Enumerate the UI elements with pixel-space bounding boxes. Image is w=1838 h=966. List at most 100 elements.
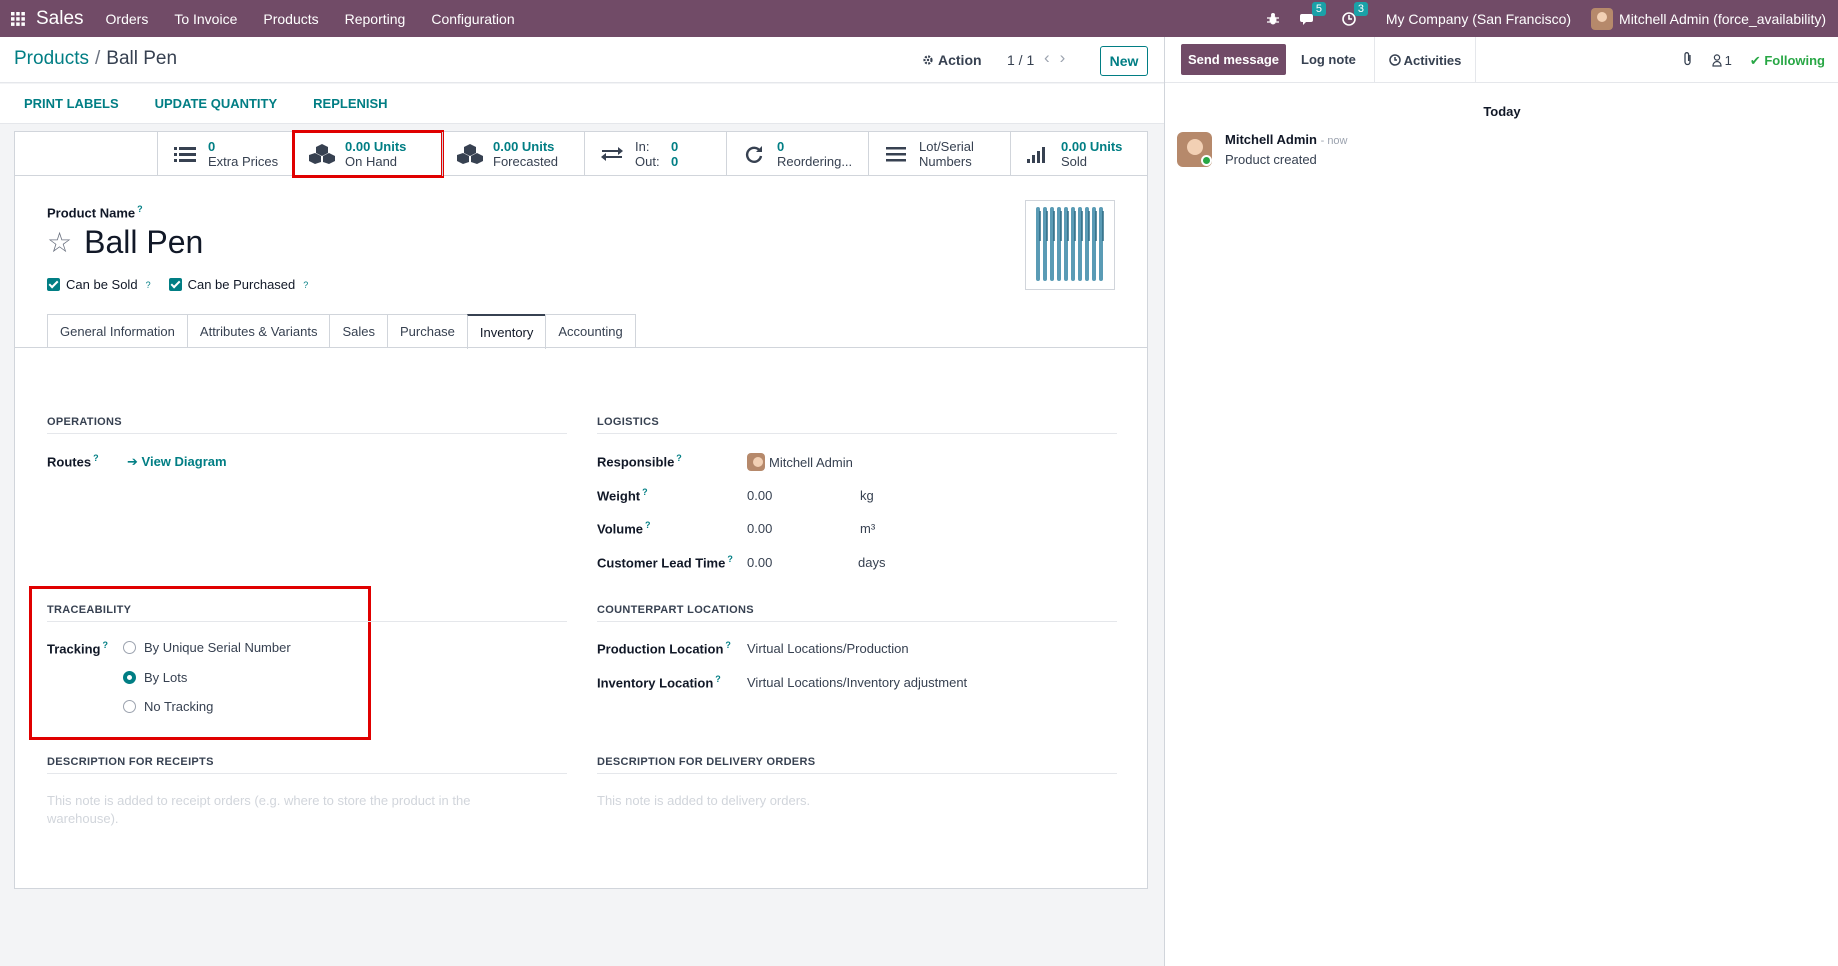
checkbox-checked[interactable] — [47, 278, 60, 291]
reordering-label: Reordering... — [777, 154, 853, 169]
in-out-button[interactable]: In: 0 Out: 0 — [584, 132, 726, 176]
bug-icon[interactable] — [1266, 12, 1280, 26]
chevron-left-icon[interactable]: ‹ — [1044, 48, 1050, 68]
customer-lead-time-input[interactable]: 0.00 — [747, 555, 772, 570]
sold-value: 0.00 Units — [1061, 139, 1123, 154]
message-author[interactable]: Mitchell Admin - now — [1225, 132, 1348, 147]
menu-reporting[interactable]: Reporting — [345, 11, 406, 27]
radio-checked-icon[interactable] — [123, 671, 136, 684]
desc-delivery-title: DESCRIPTION FOR DELIVERY ORDERS — [597, 756, 1117, 774]
radio-by-lots[interactable]: By Lots — [123, 670, 187, 685]
radio-unchecked-icon[interactable] — [123, 641, 136, 654]
tab-accounting[interactable]: Accounting — [545, 314, 636, 348]
breadcrumb-current: Ball Pen — [106, 48, 178, 69]
paperclip-icon[interactable] — [1682, 51, 1694, 70]
breadcrumb-products[interactable]: Products — [14, 48, 89, 69]
sold-button[interactable]: 0.00 Units Sold — [1010, 132, 1147, 176]
tracking-label: Tracking? — [47, 640, 108, 657]
user-name: Mitchell Admin (force_availability) — [1619, 10, 1826, 27]
update-quantity-button[interactable]: UPDATE QUANTITY — [155, 96, 278, 111]
cubes-icon — [457, 144, 483, 164]
tab-general-information[interactable]: General Information — [47, 314, 188, 348]
app-brand[interactable]: Sales — [36, 8, 84, 30]
counterpart-title: COUNTERPART LOCATIONS — [597, 604, 1117, 622]
tab-sales[interactable]: Sales — [329, 314, 388, 348]
sold-label: Sold — [1061, 154, 1088, 169]
chevron-right-icon[interactable]: › — [1060, 48, 1066, 68]
view-diagram-link[interactable]: ➔ View Diagram — [127, 454, 227, 470]
chatter-actions: 1 ✔ Following — [1682, 51, 1825, 70]
product-name[interactable]: Ball Pen — [84, 224, 203, 261]
product-checkboxes: Can be Sold? Can be Purchased? — [47, 277, 308, 292]
forecasted-value: 0.00 Units — [493, 139, 555, 154]
reordering-value: 0 — [777, 139, 785, 154]
log-note-button[interactable]: Log note — [1301, 52, 1356, 67]
volume-input[interactable]: 0.00 — [747, 521, 772, 536]
lot-serial-sub: Numbers — [919, 154, 972, 169]
extra-prices-label: Extra Prices — [208, 154, 279, 169]
radio-no-tracking[interactable]: No Tracking — [123, 699, 213, 714]
desc-delivery-input[interactable]: This note is added to delivery orders. — [597, 792, 1057, 810]
breadcrumb: Products / Ball Pen — [14, 48, 177, 70]
reordering-button[interactable]: 0 Reordering... — [726, 132, 868, 176]
pager-value[interactable]: 1 / 1 — [1007, 52, 1034, 68]
lot-serial-button[interactable]: Lot/Serial Numbers — [868, 132, 1010, 176]
radio-serial-label: By Unique Serial Number — [144, 640, 291, 655]
production-location-field[interactable]: Virtual Locations/Production — [747, 641, 909, 656]
chat-icon[interactable]: 5 — [1299, 1, 1326, 26]
tab-attributes-variants[interactable]: Attributes & Variants — [186, 314, 331, 348]
following-button[interactable]: ✔ Following — [1750, 53, 1825, 69]
weight-input[interactable]: 0.00 — [747, 488, 772, 503]
can-be-sold-checkbox[interactable]: Can be Sold? — [47, 277, 151, 292]
followers-button[interactable]: 1 — [1711, 53, 1732, 68]
on-hand-label: On Hand — [345, 154, 398, 169]
avatar — [747, 453, 765, 471]
print-labels-button[interactable]: PRINT LABELS — [24, 96, 119, 111]
message-time: - now — [1320, 135, 1348, 147]
forecasted-button[interactable]: 0.00 Units Forecasted — [442, 132, 584, 176]
user-menu[interactable]: Mitchell Admin (force_availability) — [1591, 7, 1826, 30]
arrow-right-icon: ➔ — [127, 454, 138, 469]
date-separator: Today — [1483, 104, 1521, 119]
chatter-topbar: Send message Log note Activities 1 ✔ Fol… — [1165, 37, 1838, 83]
inventory-location-field[interactable]: Virtual Locations/Inventory adjustment — [747, 675, 967, 690]
menu-configuration[interactable]: Configuration — [431, 11, 514, 27]
gear-icon — [923, 55, 933, 65]
lot-serial-label: Lot/Serial — [919, 139, 974, 154]
radio-unchecked-icon[interactable] — [123, 700, 136, 713]
responsible-field[interactable]: Mitchell Admin — [747, 453, 853, 471]
star-icon[interactable]: ☆ — [47, 226, 72, 259]
tab-purchase[interactable]: Purchase — [386, 314, 468, 348]
product-name-field[interactable]: ☆ Ball Pen — [47, 224, 203, 261]
desc-receipts-input[interactable]: This note is added to receipt orders (e.… — [47, 792, 507, 828]
in-label: In: — [635, 139, 650, 154]
radio-serial-number[interactable]: By Unique Serial Number — [123, 640, 291, 655]
activity-clock-icon[interactable]: 3 — [1342, 1, 1368, 26]
activities-button[interactable]: Activities — [1374, 37, 1476, 83]
product-image[interactable] — [1025, 200, 1115, 290]
menu-products[interactable]: Products — [263, 11, 318, 27]
menu-to-invoice[interactable]: To Invoice — [174, 11, 237, 27]
new-button[interactable]: New — [1100, 46, 1148, 76]
can-be-purchased-label: Can be Purchased — [187, 277, 296, 292]
in-value: 0 — [671, 139, 679, 154]
extra-prices-button[interactable]: 0 Extra Prices — [157, 132, 294, 176]
menu-orders[interactable]: Orders — [106, 11, 149, 27]
tab-divider — [15, 347, 1147, 348]
checkbox-checked[interactable] — [168, 278, 182, 291]
traceability-title: TRACEABILITY — [47, 604, 567, 622]
clock-icon — [1388, 54, 1401, 66]
extra-prices-value: 0 — [208, 139, 216, 154]
product-name-label: Product Name? — [47, 204, 143, 221]
can-be-purchased-checkbox[interactable]: Can be Purchased? — [168, 277, 308, 292]
company-switcher[interactable]: My Company (San Francisco) — [1386, 11, 1571, 27]
replenish-button[interactable]: REPLENISH — [313, 96, 387, 111]
chat-badge: 5 — [1311, 1, 1326, 16]
on-hand-button[interactable]: 0.00 Units On Hand — [292, 130, 444, 178]
apps-menu-icon[interactable] — [0, 0, 36, 37]
tab-inventory[interactable]: Inventory — [466, 314, 547, 349]
smart-spacer — [15, 132, 157, 175]
pager-arrows: ‹ › — [1044, 48, 1065, 68]
action-menu-button[interactable]: Action — [922, 52, 982, 68]
send-message-button[interactable]: Send message — [1181, 44, 1286, 75]
